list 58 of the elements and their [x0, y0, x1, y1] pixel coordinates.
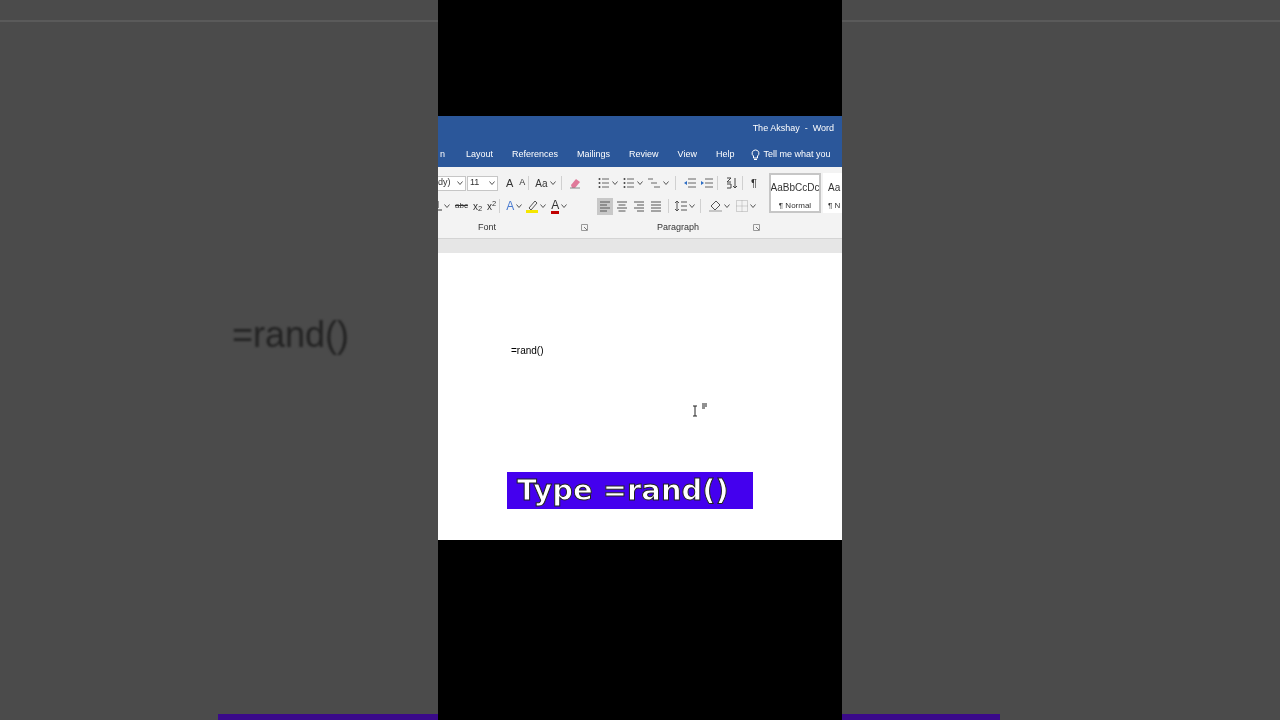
bullets-icon[interactable] — [598, 177, 609, 189]
change-case-button[interactable]: Aa — [535, 175, 548, 191]
eraser-icon[interactable] — [568, 177, 581, 189]
font-color-button[interactable]: A — [551, 198, 560, 214]
group-label: Font — [478, 221, 496, 234]
align-left-icon[interactable] — [597, 197, 613, 215]
style-gallery-item[interactable]: Aa ¶ N — [823, 173, 842, 213]
ribbon-tab[interactable]: Review — [627, 143, 661, 166]
text-effects-button[interactable]: A — [506, 197, 515, 215]
style-name: ¶ Normal — [778, 200, 812, 211]
group-label: Paragraph — [657, 221, 700, 234]
dialog-launcher-icon[interactable] — [753, 224, 760, 232]
grow-font-button[interactable]: A — [506, 174, 514, 192]
dropdown-caret-icon[interactable] — [724, 204, 730, 208]
dropdown-caret-icon[interactable] — [549, 181, 556, 185]
font-size-dropdown[interactable]: 11 — [467, 175, 498, 191]
tell-me-field[interactable]: Tell me what you — [751, 147, 840, 162]
dropdown-caret-icon[interactable] — [540, 204, 547, 208]
dialog-launcher-icon[interactable] — [581, 224, 588, 232]
subscript-button[interactable]: x$_{2}$ — [472, 198, 483, 214]
show-marks-button[interactable]: ¶ — [751, 174, 757, 192]
decrease-indent-icon[interactable] — [683, 178, 696, 188]
style-gallery-item[interactable]: AaBbCcDc ¶ Normal — [769, 173, 821, 213]
document-page[interactable]: =rand() Type =rand() — [438, 253, 842, 540]
dropdown-caret-icon[interactable] — [457, 181, 463, 185]
ribbon-tab[interactable]: References — [510, 143, 561, 166]
shrink-font-button[interactable]: A — [519, 176, 526, 190]
multilevel-list-icon[interactable] — [648, 177, 660, 189]
style-preview: AaBbCcDc — [771, 181, 819, 195]
dropdown-caret-icon[interactable] — [444, 204, 450, 208]
highlighter-icon[interactable] — [526, 199, 539, 213]
style-name: ¶ N — [828, 200, 841, 211]
document-text: =rand() — [511, 344, 544, 358]
increase-indent-icon[interactable] — [700, 178, 713, 188]
ribbon-tab[interactable]: n — [438, 143, 447, 166]
dropdown-caret-icon[interactable] — [516, 204, 523, 208]
line-spacing-icon[interactable] — [675, 200, 687, 212]
dropdown-caret-icon[interactable] — [489, 181, 495, 185]
ribbon-tab[interactable]: View — [675, 143, 699, 166]
strikethrough-button[interactable]: abc — [455, 200, 468, 212]
numbering-icon[interactable] — [623, 177, 634, 189]
paint-bucket-icon[interactable] — [709, 200, 722, 212]
dropdown-caret-icon[interactable] — [750, 204, 756, 208]
dropdown-caret-icon[interactable] — [612, 181, 618, 185]
superscript-button[interactable]: x$^{2}$ — [487, 198, 497, 214]
window-title: The Akshay - Word — [752, 122, 834, 136]
ribbon-tab[interactable]: Help — [713, 143, 737, 166]
caption-banner: Type =rand() — [507, 472, 753, 509]
ribbon-tab[interactable]: Mailings — [575, 143, 613, 166]
font-name-dropdown[interactable]: dy) — [438, 175, 466, 191]
lightbulb-icon[interactable] — [751, 148, 761, 161]
style-preview: Aa — [828, 181, 841, 195]
dropdown-caret-icon[interactable] — [689, 204, 695, 208]
dropdown-caret-icon[interactable] — [561, 204, 568, 208]
ribbon-tab[interactable]: Layout — [464, 143, 496, 166]
dropdown-caret-icon[interactable] — [637, 181, 643, 185]
sort-icon[interactable] — [726, 177, 738, 189]
dropdown-caret-icon[interactable] — [663, 181, 669, 185]
